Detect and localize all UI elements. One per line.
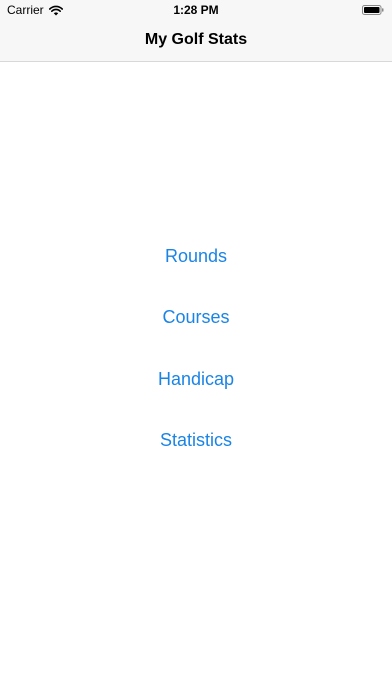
page-title: My Golf Stats: [144, 31, 248, 48]
navigation-bar: My Golf Stats: [0, 20, 392, 62]
courses-button[interactable]: Courses: [0, 304, 392, 330]
rounds-button[interactable]: Rounds: [0, 243, 392, 269]
statistics-button[interactable]: Statistics: [0, 427, 392, 453]
battery-icon: [362, 5, 384, 15]
status-bar: Carrier 1:28 PM: [0, 0, 392, 20]
status-time: 1:28 PM: [173, 3, 219, 17]
app-screen: Carrier 1:28 PM My Golf Stats Rounds Cou…: [0, 0, 392, 696]
handicap-button[interactable]: Handicap: [0, 366, 392, 392]
